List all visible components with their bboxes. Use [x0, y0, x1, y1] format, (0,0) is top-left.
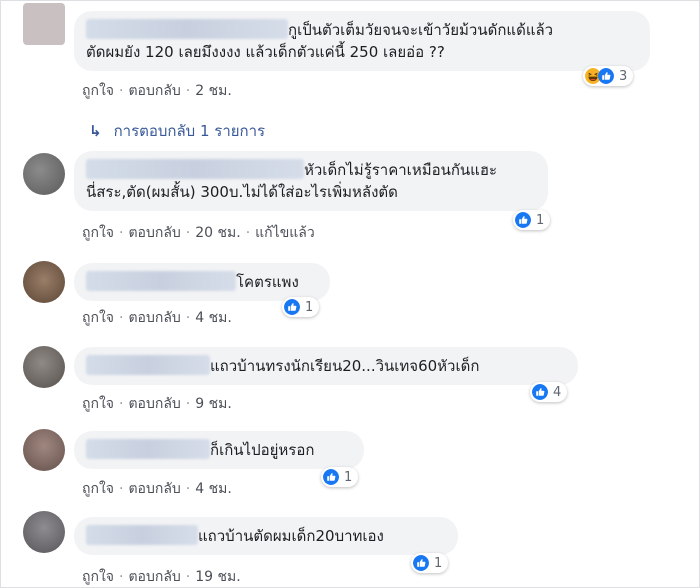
avatar[interactable] [23, 153, 65, 195]
reaction-count: 4 [553, 384, 562, 400]
like-link[interactable]: ถูกใจ [82, 225, 114, 241]
reaction-count: 1 [305, 299, 314, 315]
like-reaction-icon [323, 469, 339, 485]
comment-actions: ถูกใจ · ตอบกลับ · 2 ชม. [82, 80, 232, 102]
separator: · [119, 83, 124, 99]
reaction-summary[interactable]: 1 [513, 210, 551, 230]
like-link[interactable]: ถูกใจ [82, 481, 114, 497]
separator: · [245, 225, 251, 241]
timestamp[interactable]: 9 ชม. [195, 396, 232, 412]
reply-link[interactable]: ตอบกลับ [128, 83, 180, 99]
like-reaction-icon [284, 299, 300, 315]
comment-actions: ถูกใจ · ตอบกลับ · 4 ชม. [82, 307, 232, 329]
reaction-summary[interactable]: 1 [321, 467, 359, 487]
reply-link[interactable]: ตอบกลับ [128, 481, 180, 497]
comment-text: แถวบ้านตัดผมเด็ก20บาทเอง [198, 527, 384, 545]
reaction-summary[interactable]: 3 [583, 66, 634, 86]
avatar[interactable] [23, 346, 65, 388]
reply-link[interactable]: ตอบกลับ [128, 310, 180, 326]
reply-link[interactable]: ตอบกลับ [128, 225, 180, 241]
like-link[interactable]: ถูกใจ [82, 396, 114, 412]
comment-text: กูเป็นตัวเต็มวัยจนจะเข้าวัยม้วนดักแด้แล้… [288, 21, 554, 39]
comment-text: หัวเด็กไม่รู้ราคาเหมือนกันแฮะ [304, 161, 498, 179]
separator: · [119, 396, 124, 412]
comment-text: แถวบ้านทรงนักเรียน20...วินเทจ60หัวเด็ก [210, 357, 480, 375]
separator: · [119, 310, 124, 326]
separator: · [185, 83, 191, 99]
like-reaction-icon [598, 68, 614, 84]
reaction-count: 1 [434, 555, 443, 571]
comment-actions: ถูกใจ · ตอบกลับ · 9 ชม. [82, 393, 232, 415]
separator: · [119, 225, 124, 241]
reaction-count: 1 [536, 212, 545, 228]
replies-label: การตอบกลับ 1 รายการ [113, 122, 266, 140]
reaction-summary[interactable]: 4 [530, 382, 568, 402]
avatar[interactable] [23, 261, 65, 303]
comment-bubble: โคตรแพง [74, 263, 330, 301]
comment-text: นี่สระ,ตัด(ผมสั้น) 300บ.ไม่ได้ใส่อะไรเพิ… [86, 183, 398, 201]
redacted-author-name[interactable] [86, 271, 236, 291]
separator: · [119, 569, 124, 585]
reaction-count: 1 [344, 469, 353, 485]
reaction-count: 3 [619, 68, 628, 84]
view-replies-link[interactable]: ↳ การตอบกลับ 1 รายการ [89, 119, 265, 143]
separator: · [185, 310, 191, 326]
reaction-summary[interactable]: 1 [411, 553, 449, 573]
separator: · [185, 396, 191, 412]
separator: · [185, 481, 191, 497]
comment-bubble: แถวบ้านทรงนักเรียน20...วินเทจ60หัวเด็ก [74, 347, 578, 385]
comment-bubble: ก็เกินไปอยู่หรอก [74, 431, 364, 469]
redacted-author-name[interactable] [86, 355, 210, 375]
separator: · [119, 481, 124, 497]
like-reaction-icon [413, 555, 429, 571]
reply-link[interactable]: ตอบกลับ [128, 569, 180, 585]
comment-actions: ถูกใจ · ตอบกลับ · 4 ชม. [82, 478, 232, 500]
avatar[interactable] [23, 3, 65, 45]
reply-arrow-icon: ↳ [89, 122, 102, 140]
comment-text: ก็เกินไปอยู่หรอก [210, 441, 315, 459]
redacted-author-name[interactable] [86, 19, 288, 39]
reaction-summary[interactable]: 1 [282, 297, 320, 317]
separator: · [185, 225, 191, 241]
timestamp[interactable]: 20 ชม. [195, 225, 240, 241]
reply-link[interactable]: ตอบกลับ [128, 396, 180, 412]
redacted-author-name[interactable] [86, 159, 304, 179]
comment-actions: ถูกใจ · ตอบกลับ · 20 ชม. · แก้ไขแล้ว [82, 222, 315, 244]
edited-label[interactable]: แก้ไขแล้ว [255, 225, 315, 241]
redacted-author-name[interactable] [86, 439, 210, 459]
timestamp[interactable]: 4 ชม. [195, 481, 232, 497]
timestamp[interactable]: 4 ชม. [195, 310, 232, 326]
comment-bubble: หัวเด็กไม่รู้ราคาเหมือนกันแฮะ นี่สระ,ตัด… [74, 151, 548, 211]
timestamp[interactable]: 19 ชม. [195, 569, 240, 585]
comments-panel: กูเป็นตัวเต็มวัยจนจะเข้าวัยม้วนดักแด้แล้… [0, 0, 700, 588]
like-reaction-icon [515, 212, 531, 228]
comment-bubble: แถวบ้านตัดผมเด็ก20บาทเอง [74, 517, 458, 555]
avatar[interactable] [23, 511, 65, 553]
comment-bubble: กูเป็นตัวเต็มวัยจนจะเข้าวัยม้วนดักแด้แล้… [74, 11, 650, 71]
like-link[interactable]: ถูกใจ [82, 83, 114, 99]
comment-actions: ถูกใจ · ตอบกลับ · 19 ชม. [82, 566, 241, 588]
redacted-author-name[interactable] [86, 525, 198, 545]
avatar[interactable] [23, 429, 65, 471]
like-link[interactable]: ถูกใจ [82, 569, 114, 585]
separator: · [185, 569, 191, 585]
comment-text: โคตรแพง [236, 273, 299, 291]
timestamp[interactable]: 2 ชม. [195, 83, 232, 99]
comment-text: ตัดผมยัง 120 เลยมึงงงง แล้วเด็กตัวแค่นี้… [86, 43, 445, 61]
like-reaction-icon [532, 384, 548, 400]
like-link[interactable]: ถูกใจ [82, 310, 114, 326]
